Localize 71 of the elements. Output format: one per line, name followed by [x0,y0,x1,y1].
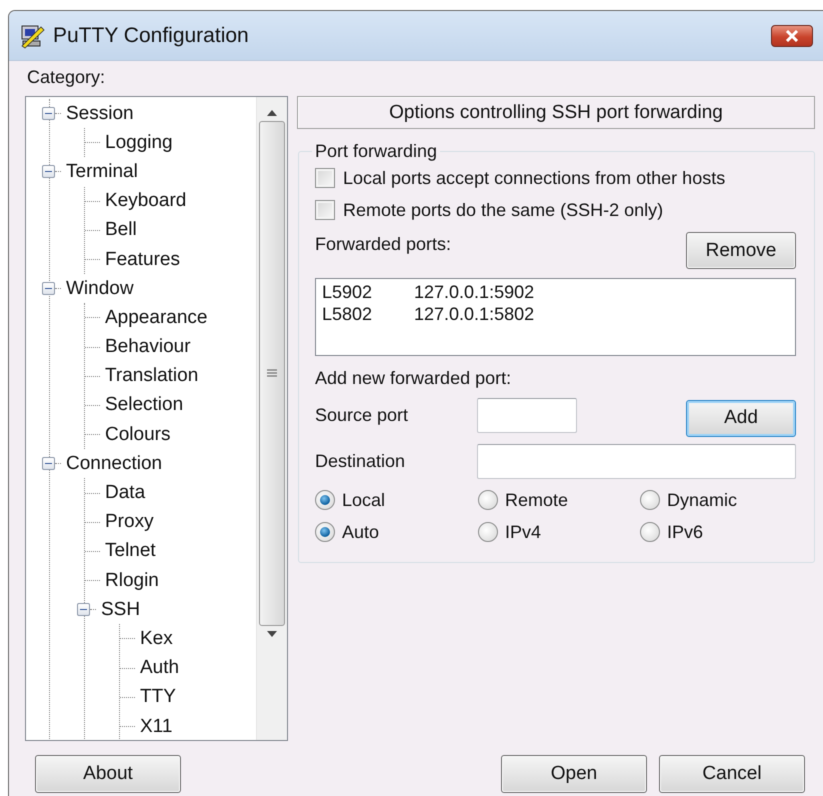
radio-label[interactable]: IPv6 [667,522,704,542]
tree-item[interactable]: TTY [140,686,176,708]
up-arrow-icon [266,109,278,117]
tree-item[interactable]: Session [66,102,134,125]
radio-label[interactable]: Dynamic [667,490,738,510]
collapse-icon[interactable] [42,282,55,296]
tree-item[interactable]: Auth [140,657,180,680]
tree-item[interactable]: Colours [105,424,170,446]
radio-button[interactable] [315,490,335,510]
checkbox-label[interactable]: Remote ports do the same (SSH-2 only) [343,200,664,220]
radio-button[interactable] [640,490,660,510]
grip-icon [266,368,278,378]
tree-item[interactable]: Keyboard [105,190,186,212]
radio-button[interactable] [478,490,498,510]
radio-button[interactable] [478,522,498,542]
collapse-icon[interactable] [42,107,55,120]
remove-button[interactable]: Remove [686,232,796,269]
source-port-cell[interactable]: L5802 [322,304,372,324]
destination-label: Destination [315,450,406,472]
radio-label[interactable]: Auto [342,522,380,542]
tree-item[interactable]: Logging [105,132,173,154]
tree-item[interactable]: Bell [105,219,137,242]
destination-cell[interactable]: 127.0.0.1:5902 [414,282,534,302]
add-button[interactable]: Add [686,400,796,436]
source-port-label: Source port [315,404,410,426]
radio-label[interactable]: IPv4 [505,522,542,542]
forwarded-ports-list[interactable]: L5902 127.0.0.1:5902 L5802 127.0.0.1:5802 [315,278,796,356]
radio-label[interactable]: Local [342,490,386,510]
add-port-label: Add new forwarded port: [315,368,512,390]
collapse-icon[interactable] [42,165,55,178]
radio-label[interactable]: Remote [505,490,568,510]
close-button[interactable] [771,24,813,46]
dialog-button[interactable]: Cancel [659,755,805,793]
dialog-button[interactable]: About [35,755,181,793]
collapse-icon[interactable] [42,457,55,470]
window-title: PuTTY Configuration [53,24,250,48]
computer-wrench-icon [19,22,45,48]
tree-item[interactable]: Selection [105,394,184,416]
category-label: Category: [27,67,106,89]
tree-item[interactable]: Window [66,278,134,300]
tree-item[interactable]: Kex [140,628,173,650]
group-legend: Port forwarding [312,141,440,162]
tree-item[interactable]: Terminal [66,160,138,183]
tree-item[interactable]: Features [105,248,180,271]
destination-field[interactable] [477,444,796,478]
tree-item[interactable]: Telnet [105,540,156,562]
tree-item[interactable]: SSH [101,598,140,621]
destination-cell[interactable]: 127.0.0.1:5802 [414,304,534,324]
forwarded-ports-label: Forwarded ports: [315,234,452,255]
panel-header: Options controlling SSH port forwarding [297,96,815,129]
checkbox[interactable] [315,168,335,188]
tree-item[interactable]: Rlogin [105,570,159,592]
tree-item[interactable]: Data [105,482,146,504]
radio-button[interactable] [640,522,660,542]
tree-item[interactable]: Appearance [105,306,208,329]
tree-item[interactable]: X11 [140,716,172,738]
tree-item[interactable]: Translation [105,365,198,388]
down-arrow-icon [266,630,278,638]
checkbox[interactable] [315,200,335,220]
scroll-thumb[interactable] [259,121,285,626]
tree-item[interactable]: Behaviour [105,336,191,358]
dialog-button[interactable]: Open [501,755,647,793]
tree-item[interactable]: Proxy [105,511,154,534]
source-port-field[interactable] [477,398,577,432]
collapse-icon[interactable] [77,603,90,616]
scrollbar[interactable] [256,97,287,740]
close-icon [785,30,799,42]
checkbox-label[interactable]: Local ports accept connections from other hosts [343,168,726,188]
source-port-cell[interactable]: L5902 [322,282,372,302]
radio-button[interactable] [315,522,335,542]
tree-item[interactable]: Connection [66,452,162,475]
